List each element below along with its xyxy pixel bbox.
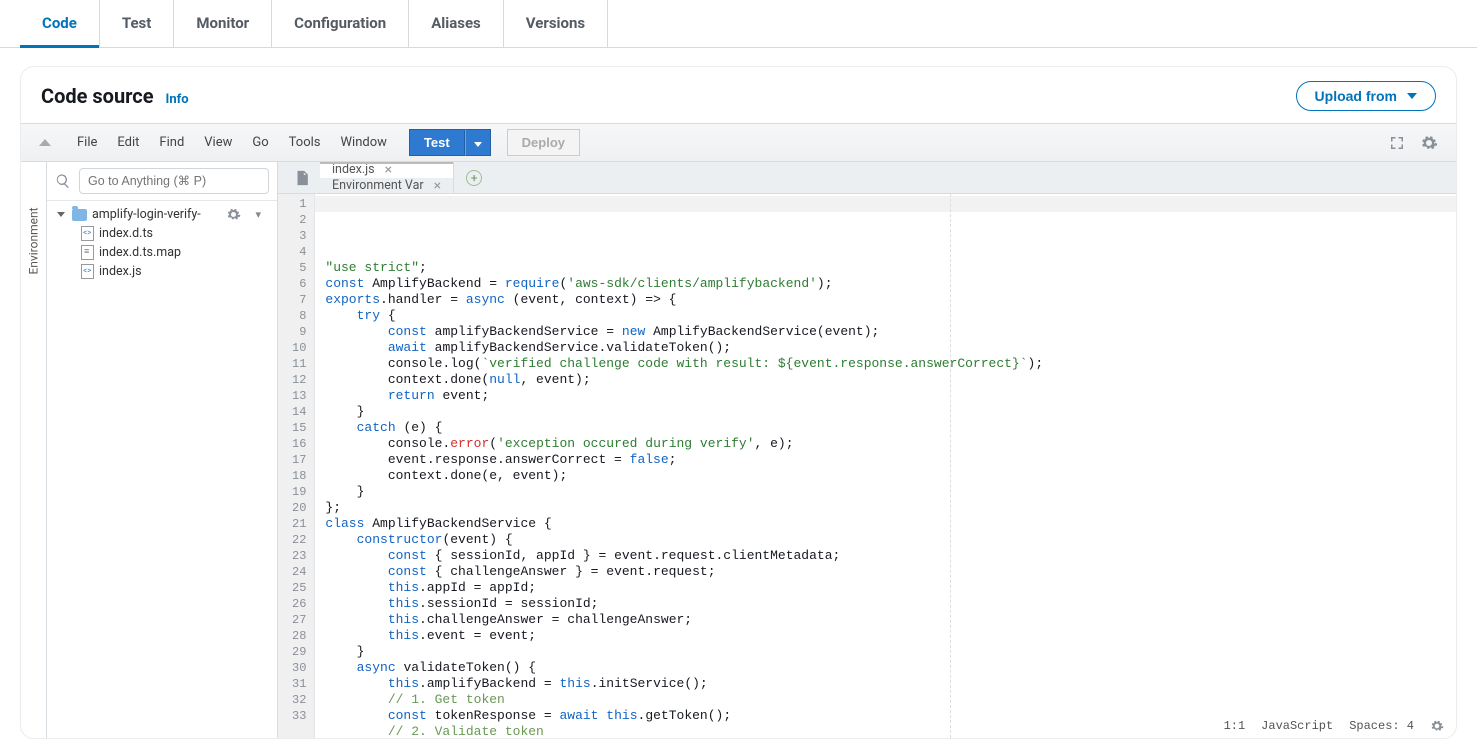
file-icon [81, 245, 94, 260]
upload-from-label: Upload from [1315, 88, 1397, 104]
panel-header: Code source Info Upload from [21, 67, 1456, 123]
test-button-group: Test [409, 129, 491, 156]
tab-label: Environment Var [332, 178, 424, 193]
plus-icon: + [466, 170, 482, 186]
sidebar: Environment amplify-login-verify- ▾ [21, 162, 278, 738]
file-row[interactable]: index.d.ts [53, 224, 271, 243]
code-editor[interactable]: 1234567891011121314151617181920212223242… [278, 194, 1456, 738]
ide-body: Environment amplify-login-verify- ▾ [21, 162, 1456, 738]
editor-tab[interactable]: index.js × [320, 162, 454, 178]
ide-menubar: FileEditFindViewGoToolsWindow Test Deplo… [21, 123, 1456, 162]
close-icon[interactable]: × [385, 162, 392, 178]
chevron-down-icon [1407, 93, 1417, 99]
expand-icon[interactable] [1388, 134, 1406, 152]
panel-title: Code source [41, 84, 154, 108]
menu-view[interactable]: View [194, 131, 242, 154]
menu-window[interactable]: Window [331, 131, 397, 154]
file-icon [81, 226, 94, 241]
search-input[interactable] [79, 168, 269, 194]
code-source-panel: Code source Info Upload from FileEditFin… [20, 66, 1457, 739]
top-tab-monitor[interactable]: Monitor [174, 0, 272, 47]
editor-tab[interactable]: Environment Var × [320, 178, 454, 194]
file-tree: amplify-login-verify- ▾ index.d.ts index.… [47, 201, 277, 285]
upload-from-button[interactable]: Upload from [1296, 81, 1436, 111]
code-content[interactable]: "use strict";const AmplifyBackend = requ… [315, 194, 1456, 738]
file-icon [81, 264, 94, 279]
editor-tab-bar: index.js×Environment Var× + [278, 162, 1456, 194]
file-label: index.d.ts.map [99, 245, 181, 260]
search-row [47, 162, 277, 201]
line-gutter: 1234567891011121314151617181920212223242… [278, 194, 315, 738]
file-row[interactable]: index.d.ts.map [53, 243, 271, 262]
info-link[interactable]: Info [166, 92, 189, 107]
sidebar-environment-label: Environment [27, 207, 41, 274]
document-icon[interactable] [294, 170, 310, 186]
test-dropdown-button[interactable] [465, 129, 491, 156]
file-row[interactable]: index.js [53, 262, 271, 281]
chevron-down-icon [474, 142, 482, 147]
menu-go[interactable]: Go [242, 131, 278, 154]
sidebar-vertical-tab[interactable]: Environment [21, 162, 47, 738]
editor-area: index.js×Environment Var× + 123456789101… [278, 162, 1456, 738]
menu-find[interactable]: Find [149, 131, 194, 154]
chevron-down-icon [57, 212, 65, 217]
menu-tools[interactable]: Tools [279, 131, 331, 154]
folder-row[interactable]: amplify-login-verify- ▾ [53, 205, 271, 224]
top-tabs: CodeTestMonitorConfigurationAliasesVersi… [0, 0, 1477, 48]
test-button[interactable]: Test [409, 129, 465, 156]
top-tab-test[interactable]: Test [100, 0, 175, 47]
file-label: index.d.ts [99, 226, 153, 241]
menu-edit[interactable]: Edit [107, 131, 149, 154]
folder-icon [72, 209, 87, 221]
add-tab-button[interactable]: + [454, 162, 494, 193]
line-highlight [315, 196, 1456, 212]
top-tab-aliases[interactable]: Aliases [409, 0, 504, 47]
gear-icon[interactable] [1420, 134, 1438, 152]
top-tab-code[interactable]: Code [20, 0, 100, 47]
collapse-icon[interactable] [39, 139, 51, 146]
deploy-button[interactable]: Deploy [507, 129, 580, 156]
top-tab-configuration[interactable]: Configuration [272, 0, 409, 47]
search-icon[interactable] [55, 173, 71, 189]
folder-label: amplify-login-verify- [92, 207, 201, 222]
file-label: index.js [99, 264, 142, 279]
top-tab-versions[interactable]: Versions [504, 0, 608, 47]
gear-icon[interactable] [226, 207, 241, 222]
tab-label: index.js [332, 162, 375, 177]
close-icon[interactable]: × [434, 178, 441, 194]
menu-file[interactable]: File [67, 131, 107, 154]
folder-menu-caret[interactable]: ▾ [255, 208, 261, 221]
file-explorer: amplify-login-verify- ▾ index.d.ts index.… [47, 162, 277, 738]
